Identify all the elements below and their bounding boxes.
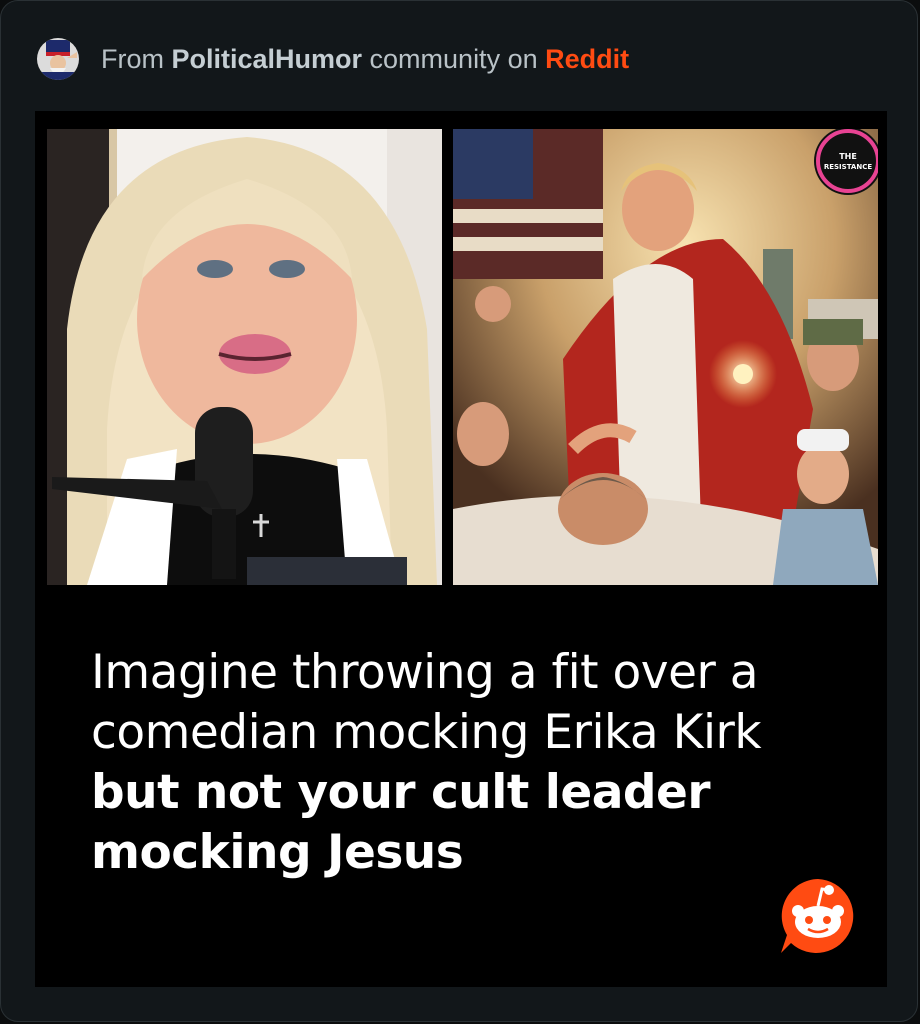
post-source: From PoliticalHumor community on Reddit: [101, 44, 629, 75]
source-prefix: From: [101, 43, 172, 74]
watermark-line-2: RESISTANCE: [824, 163, 873, 171]
right-photo: THE RESISTANCE: [453, 129, 878, 585]
community-link[interactable]: PoliticalHumor: [172, 44, 363, 74]
post-header: From PoliticalHumor community on Reddit: [37, 37, 629, 81]
meme-caption: Imagine throwing a fit over a comedian m…: [91, 643, 851, 883]
reddit-embed-card: From PoliticalHumor community on Reddit: [0, 0, 918, 1022]
left-photo: [47, 129, 442, 585]
reddit-snoo-icon: [777, 875, 859, 957]
caption-regular: Imagine throwing a fit over a comedian m…: [91, 645, 762, 760]
post-image[interactable]: THE RESISTANCE Imagine throwing a fit ov…: [35, 111, 887, 987]
source-middle: community on: [362, 43, 546, 74]
community-avatar[interactable]: [37, 38, 79, 80]
caption-bold: but not your cult leader mocking Jesus: [91, 765, 711, 880]
watermark-line-1: THE: [839, 152, 857, 161]
platform-link[interactable]: Reddit: [545, 44, 629, 74]
